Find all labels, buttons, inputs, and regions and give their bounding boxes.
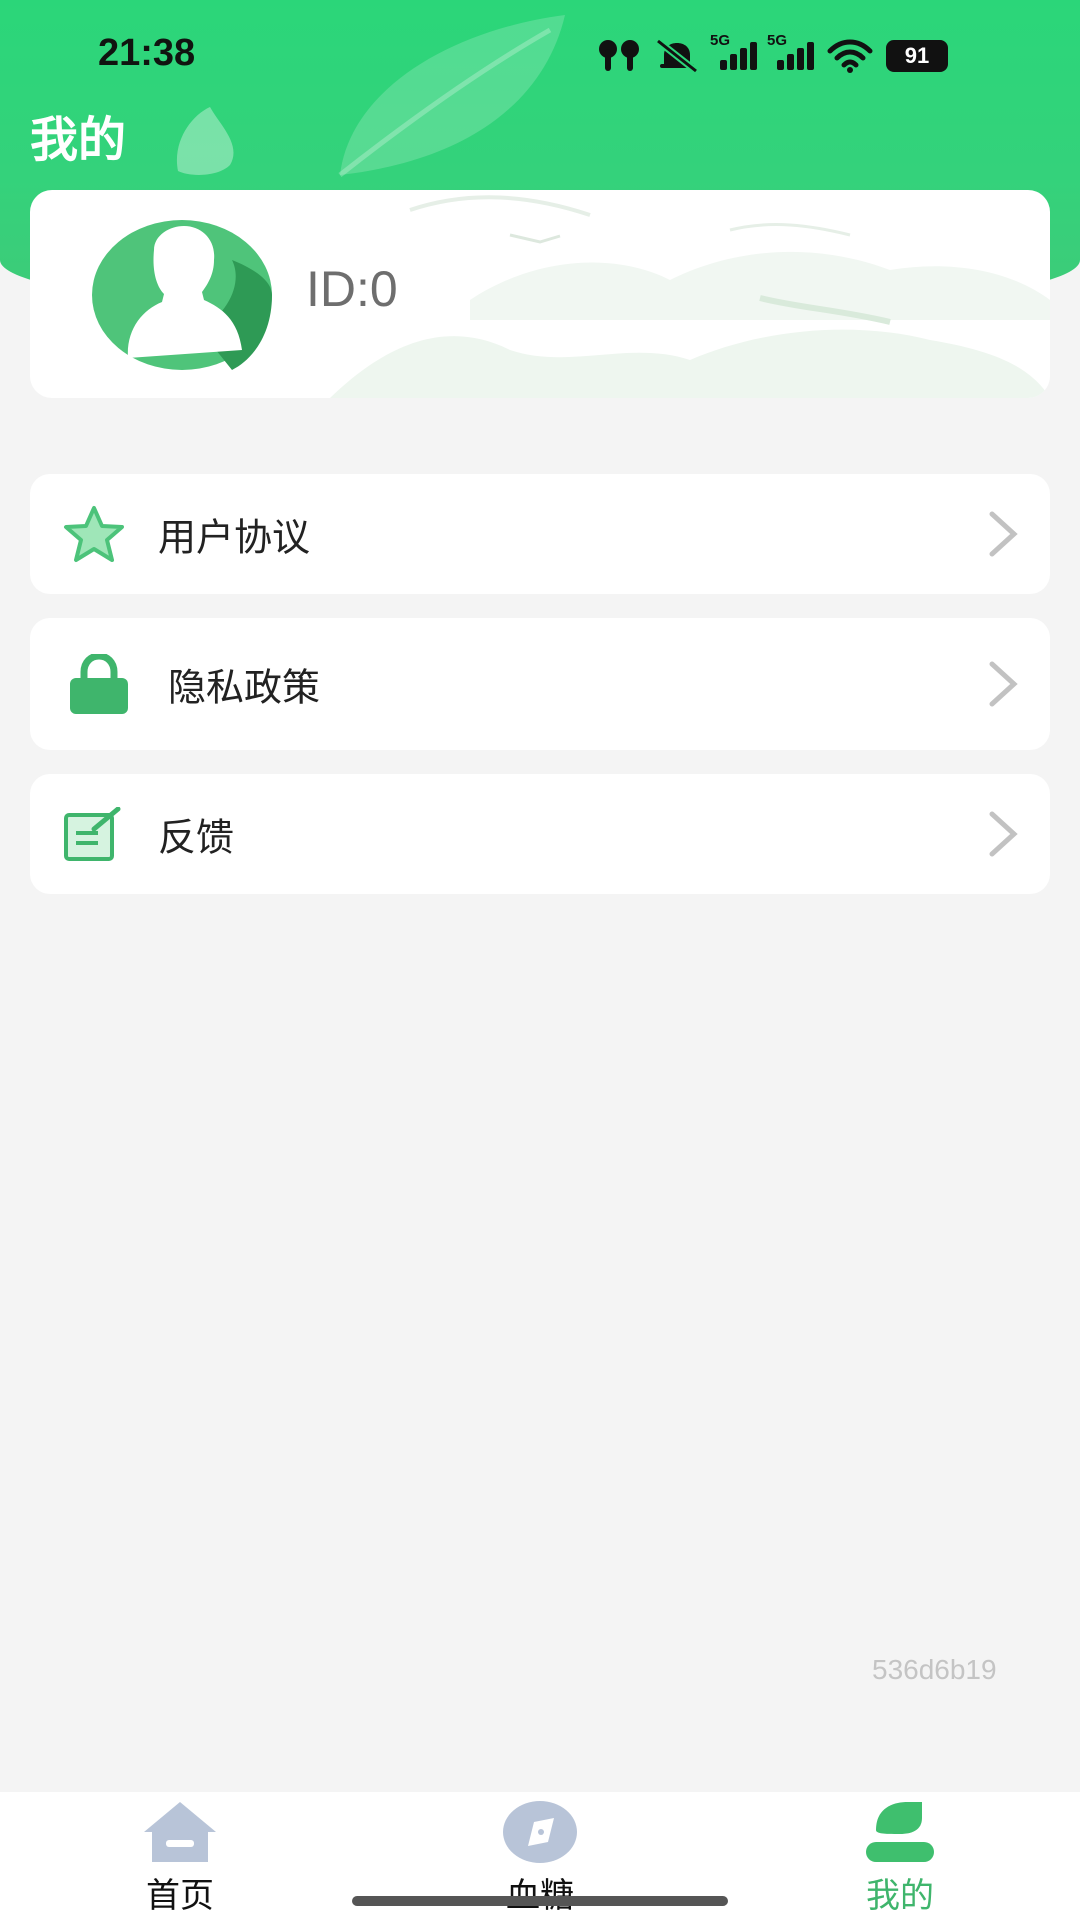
menu-item-privacy-policy[interactable]: 隐私政策 [30, 618, 1050, 750]
tab-mine[interactable]: 我的 [800, 1792, 1000, 1920]
network-label-2: 5G [767, 32, 788, 49]
signal-5g-icon-2: 5G [767, 32, 814, 70]
tab-label: 血糖 [440, 1868, 640, 1917]
home-icon [144, 1802, 216, 1862]
menu-item-label: 反馈 [158, 815, 235, 860]
status-time: 21:38 [98, 32, 196, 74]
compass-icon [503, 1801, 577, 1863]
user-id: ID:0 [306, 261, 398, 317]
avatar[interactable] [92, 220, 272, 370]
wifi-icon [827, 39, 873, 73]
user-icon [866, 1802, 934, 1862]
chevron-right-icon [989, 811, 1018, 857]
lock-icon [70, 654, 128, 714]
status-bar: 21:38 5G 5G 91 [0, 0, 1080, 110]
mute-bell-icon [655, 39, 699, 73]
status-icons: 5G 5G 91 [596, 32, 948, 76]
tab-label: 首页 [146, 1876, 214, 1916]
network-label-1: 5G [710, 32, 731, 49]
menu-item-label: 用户协议 [158, 515, 311, 560]
feedback-edit-icon [64, 807, 121, 861]
menu-item-label: 隐私政策 [168, 665, 321, 710]
star-icon [64, 506, 124, 562]
tab-home[interactable]: 首页 [80, 1792, 280, 1920]
chevron-right-icon [989, 661, 1018, 707]
tab-label: 我的 [866, 1876, 934, 1916]
page-title: 我的 [30, 112, 127, 168]
menu-item-user-agreement[interactable]: 用户协议 [30, 474, 1050, 594]
title-leaf-icon [176, 107, 234, 175]
landscape-decoration [330, 195, 1050, 398]
airpods-icon [599, 40, 639, 71]
profile-card[interactable]: ID:0 [30, 190, 1050, 398]
home-indicator[interactable] [352, 1896, 728, 1906]
chevron-right-icon [989, 511, 1018, 557]
menu-item-feedback[interactable]: 反馈 [30, 774, 1050, 894]
version-label: 536d6b19 [872, 1654, 997, 1685]
battery-icon: 91 [886, 40, 948, 72]
signal-5g-icon: 5G [710, 32, 757, 70]
